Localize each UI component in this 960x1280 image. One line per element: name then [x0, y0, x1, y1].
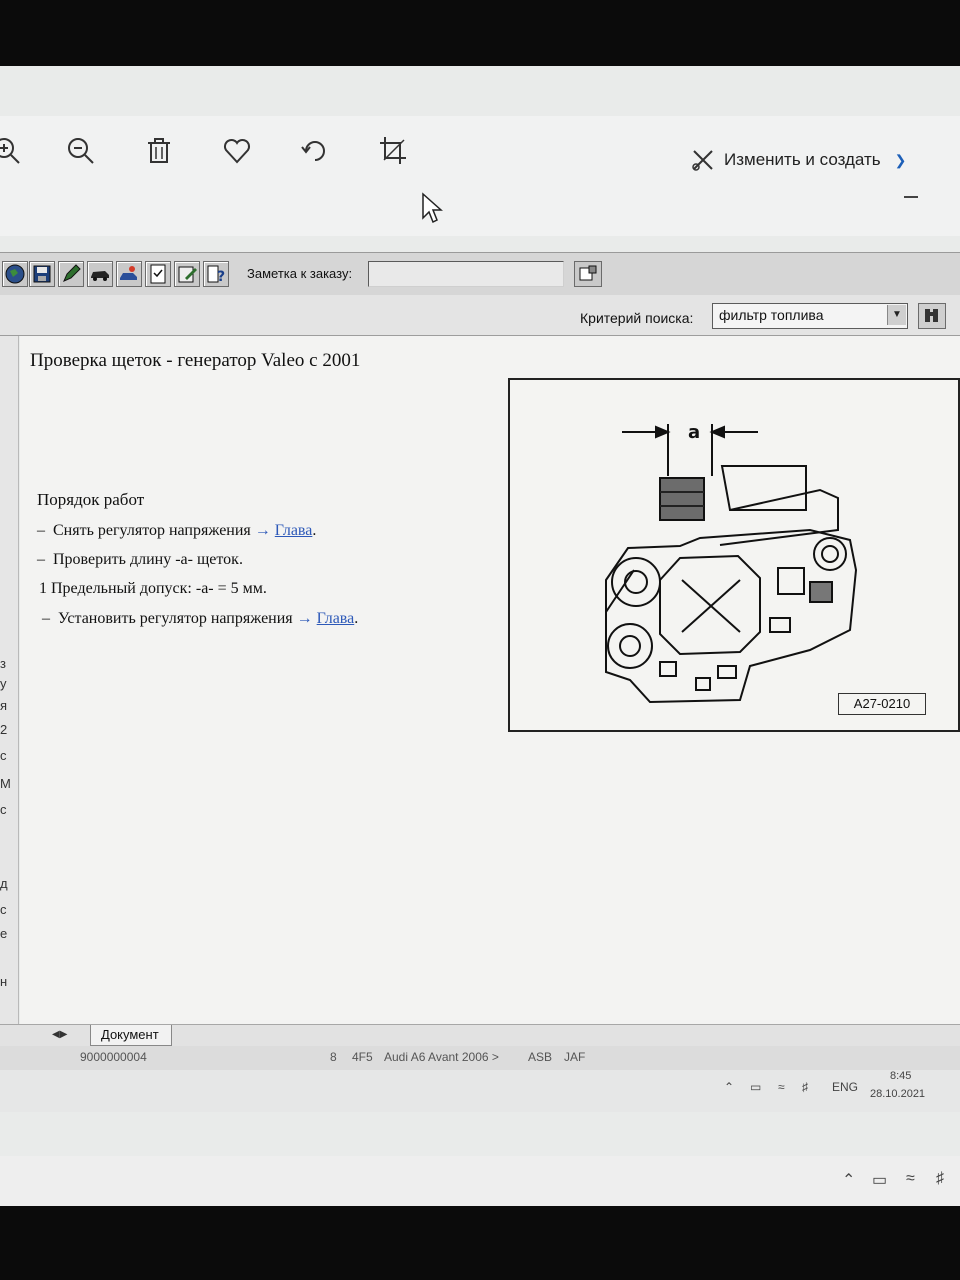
dropdown-arrow-icon[interactable]: ▼ — [887, 305, 906, 325]
order-note-input[interactable] — [368, 261, 564, 287]
save-icon — [33, 265, 51, 283]
wifi-icon[interactable]: ≈ — [778, 1080, 785, 1094]
pen-icon — [63, 264, 81, 282]
work-procedure-heading: Порядок работ — [37, 490, 145, 509]
status-item: ASB — [528, 1050, 553, 1064]
status-vehicle: Audi A6 Avant 2006 > — [384, 1050, 499, 1064]
chapter-link[interactable]: Глава — [275, 522, 313, 539]
delete-icon[interactable] — [142, 134, 176, 168]
tab-scroll-arrows[interactable]: ◀▶ — [52, 1029, 67, 1040]
outer-battery-icon[interactable]: ▭ — [872, 1170, 887, 1190]
search-criteria-label: Критерий поиска: — [580, 310, 694, 326]
clock-time[interactable]: 8:45 — [890, 1070, 911, 1082]
checklist-button[interactable] — [145, 261, 171, 287]
app-toolbar: ? Заметка к заказу: — [0, 252, 960, 296]
step-wear-limit: 1 Предельный допуск: -a- = 5 мм. — [39, 580, 267, 597]
binoculars-icon — [925, 309, 938, 322]
clock-date[interactable]: 28.10.2021 — [870, 1088, 925, 1100]
help-icon: ? — [207, 265, 225, 285]
checklist-icon — [150, 264, 166, 284]
outer-show-hidden-icon[interactable]: ⌃ — [842, 1170, 855, 1190]
outer-volume-icon[interactable]: ♯ — [936, 1170, 944, 1188]
globe-icon — [5, 264, 25, 284]
step-install-regulator: – Установить регулятор напряжения → Глав… — [42, 610, 359, 627]
status-item: 8 — [330, 1050, 337, 1064]
help-button[interactable]: ? — [203, 261, 229, 287]
search-criteria-select[interactable]: фильтр топлива ▼ — [712, 303, 908, 329]
car-icon — [91, 271, 109, 281]
chapter-link[interactable]: Глава — [317, 610, 355, 627]
step-remove-regulator: – Снять регулятор напряжения → Глава. — [37, 522, 317, 539]
save-button[interactable] — [29, 261, 55, 287]
service-icon — [120, 266, 137, 280]
search-button[interactable] — [918, 303, 946, 329]
voltage-regulator-drawing: a — [605, 422, 858, 704]
battery-icon[interactable]: ▭ — [750, 1080, 761, 1094]
zoom-out-icon[interactable] — [64, 134, 98, 168]
status-order-number: 9000000004 — [80, 1050, 147, 1064]
outer-wifi-icon[interactable]: ≈ — [906, 1170, 915, 1188]
mouse-cursor-icon — [422, 192, 443, 224]
step-check-brush-length: – Проверить длину -a- щеток. — [37, 551, 243, 568]
regulator-figure: a A27-0210 — [508, 378, 960, 732]
svg-text:?: ? — [217, 269, 225, 285]
outer-taskbar: ⌃ ▭ ≈ ♯ — [0, 1156, 960, 1206]
figure-id: A27-0210 — [838, 693, 926, 715]
notes-icon — [178, 266, 197, 283]
status-item: 4F5 — [352, 1050, 373, 1064]
edit-and-create-button[interactable]: Изменить и создать ❯ — [690, 146, 906, 174]
screen: Изменить и создать ❯ ? Заметка к заказу:… — [0, 66, 960, 1206]
status-item: JAF — [564, 1050, 586, 1064]
volume-icon[interactable]: ♯ — [802, 1080, 808, 1094]
document-title: Проверка щеток - генератор Valeo с 2001 — [30, 350, 361, 371]
monitor-bezel-top — [0, 0, 960, 66]
car-button[interactable] — [87, 261, 113, 287]
monitor-bezel-bottom — [0, 1206, 960, 1280]
show-hidden-icons-icon[interactable]: ⌃ — [724, 1080, 734, 1094]
chevron-down-icon: ❯ — [894, 151, 907, 168]
tab-document[interactable]: Документ — [90, 1025, 172, 1046]
note-edit-icon — [579, 265, 597, 281]
taskbar: ⌃ ▭ ≈ ♯ ENG 8:45 28.10.2021 — [0, 1070, 960, 1112]
minimize-button[interactable] — [904, 196, 918, 198]
order-note-button[interactable] — [574, 261, 602, 287]
rotate-icon[interactable] — [298, 134, 332, 168]
search-bar: Критерий поиска: фильтр топлива ▼ — [0, 295, 960, 336]
language-indicator[interactable]: ENG — [832, 1080, 858, 1094]
order-note-label: Заметка к заказу: — [247, 266, 353, 281]
document-tab-bar: ◀▶ Документ — [0, 1024, 960, 1047]
pen-button[interactable] — [58, 261, 84, 287]
notes-button[interactable] — [174, 261, 200, 287]
crop-icon[interactable] — [376, 134, 410, 168]
document-pane: Проверка щеток - генератор Valeo с 2001 … — [20, 336, 960, 1026]
zoom-in-icon[interactable] — [0, 134, 24, 168]
globe-button[interactable] — [2, 261, 28, 287]
dimension-a-label: a — [688, 422, 700, 443]
edit-create-icon — [692, 150, 713, 171]
search-criteria-value: фильтр топлива — [719, 307, 824, 323]
edit-create-label: Изменить и создать — [724, 150, 881, 169]
status-bar: 9000000004 8 4F5 Audi A6 Avant 2006 > AS… — [0, 1046, 960, 1070]
heart-icon[interactable] — [220, 134, 254, 168]
service-button[interactable] — [116, 261, 142, 287]
navigation-tree-edge[interactable]: з у я 2 с М с д с е н — [0, 336, 19, 1026]
